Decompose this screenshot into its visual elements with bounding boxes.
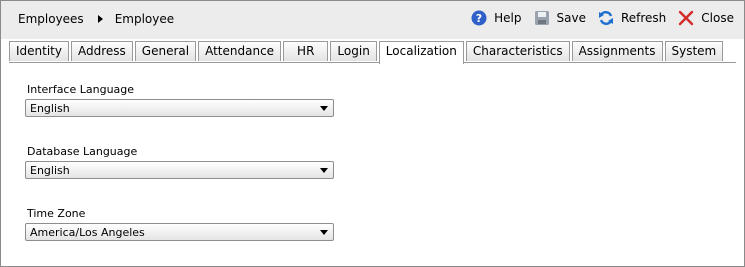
tab-strip: Identity Address General Attendance HR L…: [9, 41, 725, 64]
chevron-down-icon: [320, 168, 328, 173]
help-icon: ?: [471, 10, 487, 26]
time-zone-value: America/Los Angeles: [30, 226, 145, 239]
tab-general[interactable]: General: [134, 41, 197, 61]
employee-window: Employees Employee ? Help Save Refresh C…: [0, 0, 745, 267]
database-language-label: Database Language: [27, 145, 138, 158]
help-label: Help: [494, 11, 522, 25]
help-button[interactable]: ? Help: [471, 10, 522, 26]
save-icon: [534, 10, 550, 26]
database-language-select[interactable]: English: [25, 161, 334, 179]
save-button[interactable]: Save: [534, 10, 586, 26]
interface-language-value: English: [30, 102, 70, 115]
tab-assignments[interactable]: Assignments: [571, 41, 663, 61]
tab-system[interactable]: System: [664, 41, 724, 61]
toolbar: ? Help Save Refresh Close: [459, 10, 734, 26]
tab-address[interactable]: Address: [71, 41, 133, 61]
breadcrumb-employee: Employee: [114, 12, 175, 26]
close-button[interactable]: Close: [678, 10, 734, 26]
tab-login[interactable]: Login: [330, 41, 377, 61]
chevron-down-icon: [320, 230, 328, 235]
time-zone-label: Time Zone: [27, 207, 86, 220]
tab-attendance[interactable]: Attendance: [198, 41, 282, 61]
breadcrumb-employees[interactable]: Employees: [18, 12, 84, 26]
interface-language-select[interactable]: English: [25, 99, 334, 117]
breadcrumb-arrow-icon: [97, 15, 103, 23]
refresh-button[interactable]: Refresh: [598, 10, 666, 26]
refresh-label: Refresh: [620, 11, 667, 25]
svg-text:?: ?: [476, 12, 482, 25]
chevron-down-icon: [320, 106, 328, 111]
close-icon: [678, 10, 694, 26]
tab-identity[interactable]: Identity: [9, 41, 69, 61]
tab-hr[interactable]: HR: [283, 41, 329, 61]
breadcrumb: Employees Employee: [18, 12, 174, 26]
refresh-icon: [598, 10, 614, 26]
time-zone-select[interactable]: America/Los Angeles: [25, 223, 334, 241]
localization-panel: Interface Language English Database Lang…: [9, 62, 736, 259]
tab-localization[interactable]: Localization: [378, 41, 464, 64]
database-language-value: English: [30, 164, 70, 177]
interface-language-label: Interface Language: [27, 83, 135, 96]
tab-characteristics[interactable]: Characteristics: [465, 41, 570, 61]
header-bar: Employees Employee ? Help Save Refresh C…: [1, 1, 744, 39]
save-label: Save: [556, 11, 586, 25]
close-label: Close: [701, 11, 734, 25]
